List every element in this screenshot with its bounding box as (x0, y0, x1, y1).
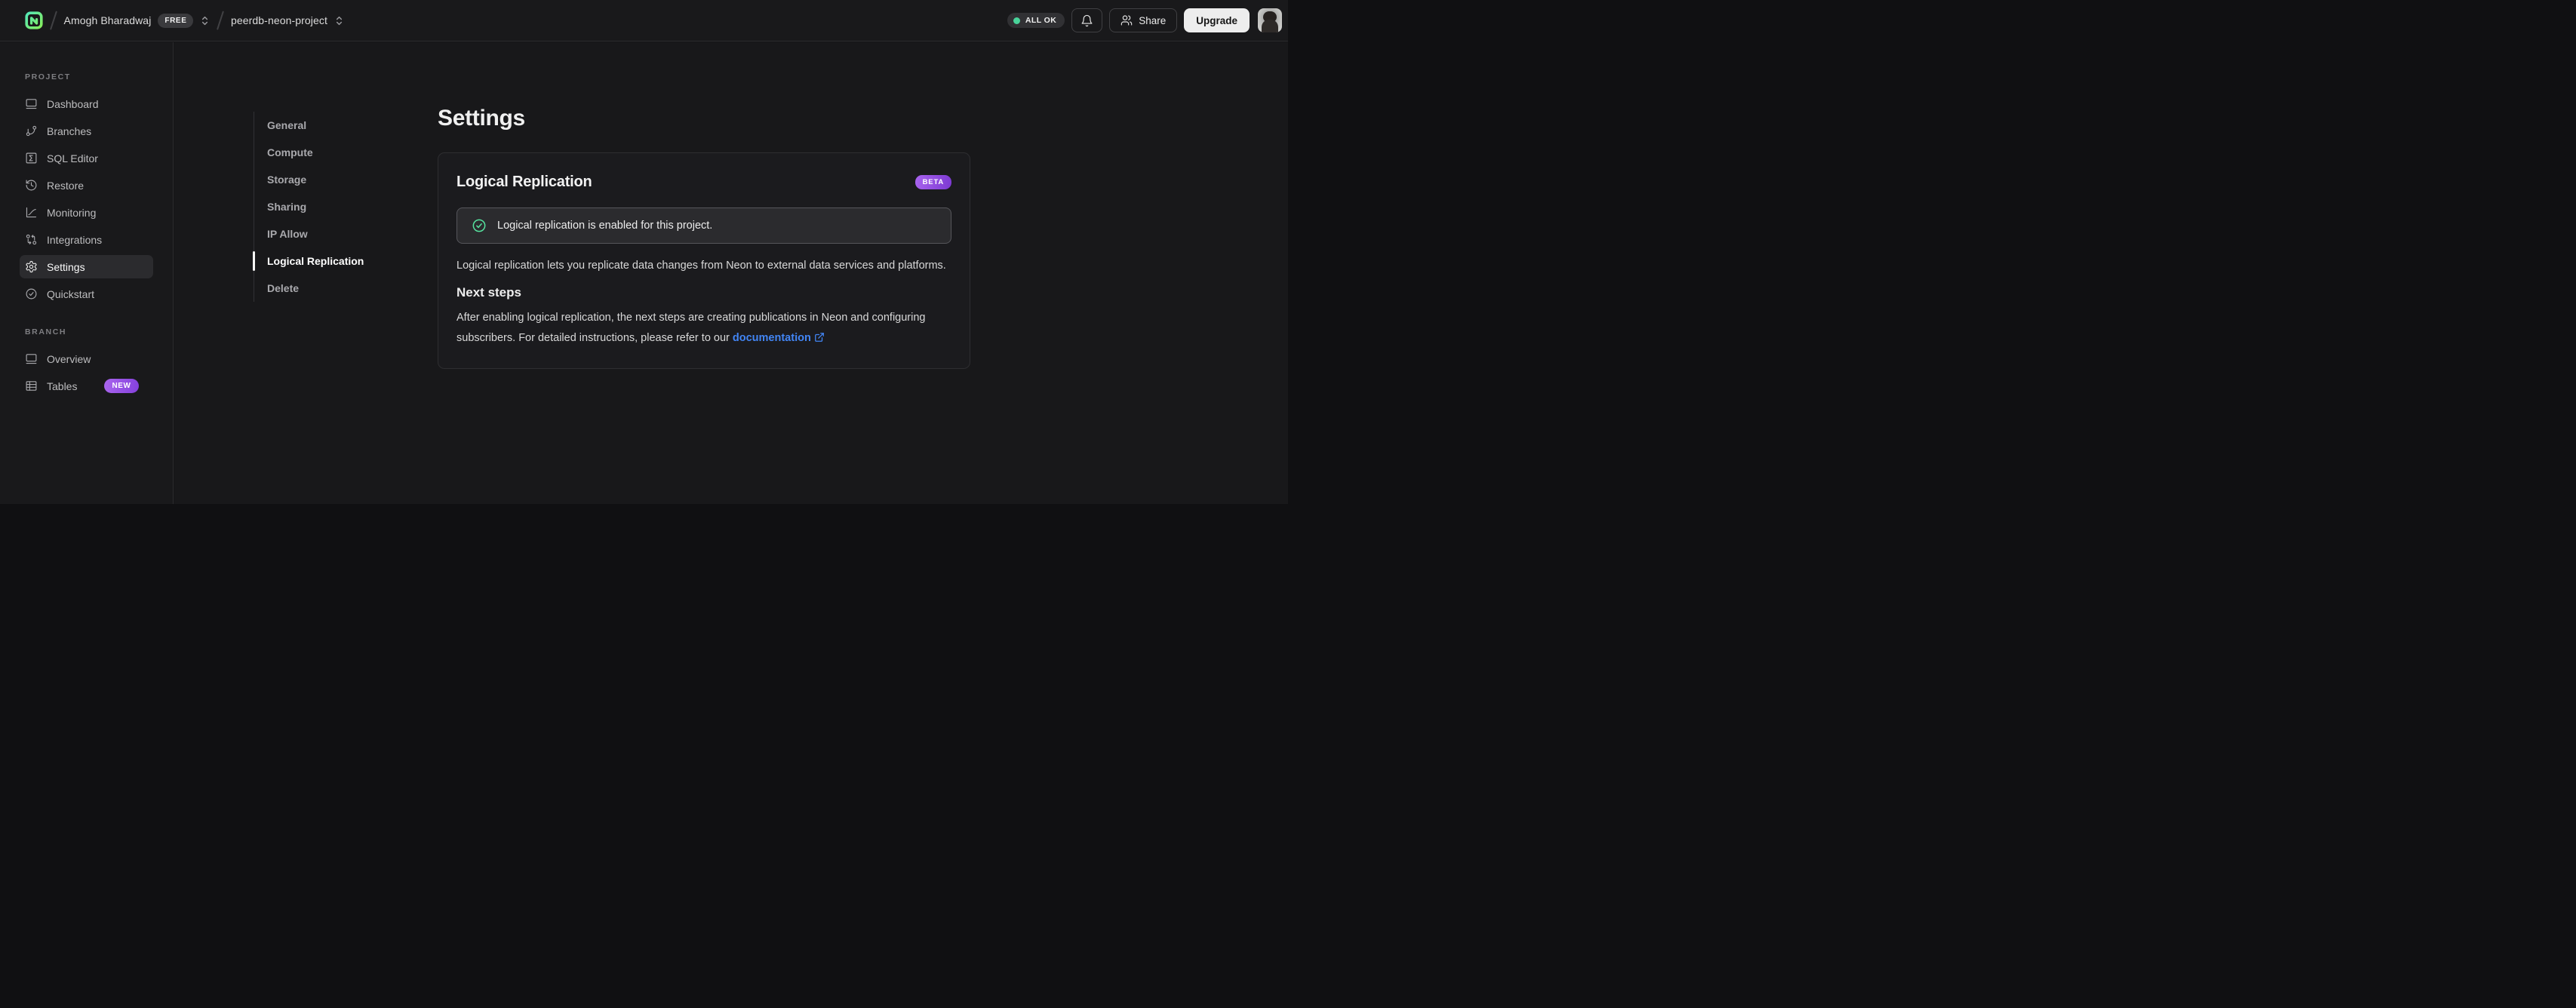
project-name: peerdb-neon-project (230, 14, 327, 26)
beta-badge: BETA (915, 174, 951, 189)
alert-message: Logical replication is enabled for this … (497, 220, 713, 232)
sidebar-item-label: Monitoring (47, 206, 97, 219)
card-title: Logical Replication (456, 173, 592, 190)
success-alert: Logical replication is enabled for this … (456, 207, 951, 244)
settings-gear-icon (26, 260, 37, 273)
settings-nav-ip-allow[interactable]: IP Allow (254, 220, 364, 247)
sidebar-item-label: Integrations (47, 233, 103, 246)
notifications-button[interactable] (1071, 8, 1103, 32)
settings-nav-compute[interactable]: Compute (254, 139, 364, 166)
share-button[interactable]: Share (1109, 8, 1178, 32)
sidebar-item-overview[interactable]: Overview (20, 347, 153, 370)
tables-icon (26, 381, 37, 391)
sidebar-item-label: Quickstart (47, 287, 95, 300)
documentation-link[interactable]: documentation (733, 332, 811, 344)
sql-editor-icon (26, 152, 37, 164)
breadcrumb-divider (50, 11, 57, 30)
sidebar-item-label: SQL Editor (47, 152, 98, 164)
breadcrumb: Amogh Bharadwaj FREE peerdb-neon-project (25, 11, 1007, 30)
settings-content: Settings Logical Replication BETA Logica… (438, 42, 970, 369)
monitoring-icon (26, 207, 37, 218)
users-icon (1120, 14, 1133, 26)
status-badge[interactable]: ALL OK (1007, 13, 1065, 28)
sidebar: PROJECT Dashboard Branches SQL Editor Re… (0, 42, 174, 504)
sidebar-item-integrations[interactable]: Integrations (20, 228, 153, 251)
integrations-icon (26, 234, 37, 245)
sidebar-item-label: Settings (47, 260, 85, 273)
status-label: ALL OK (1025, 16, 1057, 25)
sidebar-item-label: Dashboard (47, 97, 99, 110)
share-label: Share (1139, 14, 1167, 26)
sidebar-item-sql-editor[interactable]: SQL Editor (20, 146, 153, 170)
settings-nav: General Compute Storage Sharing IP Allow… (252, 112, 364, 302)
sidebar-section-branch: BRANCH (25, 327, 67, 337)
settings-nav-general[interactable]: General (254, 112, 364, 139)
dashboard-icon (26, 99, 37, 109)
check-circle-icon (472, 218, 487, 233)
card-header: Logical Replication BETA (456, 171, 951, 192)
sidebar-item-dashboard[interactable]: Dashboard (20, 92, 153, 115)
check-circle-icon (26, 288, 37, 300)
settings-nav-sharing[interactable]: Sharing (254, 193, 364, 220)
sidebar-item-label: Overview (47, 352, 91, 365)
next-steps-paragraph: After enabling logical replication, the … (456, 308, 948, 350)
main-content: General Compute Storage Sharing IP Allow… (174, 42, 1288, 504)
branches-icon (26, 125, 37, 137)
card-description: Logical replication lets you replicate d… (456, 260, 946, 272)
sidebar-section-gap (25, 309, 148, 327)
settings-nav-delete[interactable]: Delete (254, 275, 364, 302)
user-avatar[interactable] (1258, 8, 1282, 32)
topbar-actions: ALL OK Share Upgrade (1007, 8, 1282, 32)
org-selector[interactable]: Amogh Bharadwaj FREE (63, 13, 211, 28)
settings-nav-storage[interactable]: Storage (254, 166, 364, 193)
plan-badge: FREE (158, 13, 194, 28)
sidebar-item-label: Restore (47, 179, 85, 192)
new-badge: NEW (104, 379, 139, 393)
org-name: Amogh Bharadwaj (63, 14, 152, 26)
topbar: Amogh Bharadwaj FREE peerdb-neon-project (0, 0, 1288, 41)
next-steps-title: Next steps (456, 285, 521, 300)
sidebar-section-project: PROJECT (25, 72, 71, 81)
upgrade-button[interactable]: Upgrade (1184, 8, 1250, 32)
page-title: Settings (438, 106, 525, 131)
sidebar-item-label: Tables (47, 380, 78, 392)
sidebar-item-monitoring[interactable]: Monitoring (20, 201, 153, 224)
neon-console-window: Amogh Bharadwaj FREE peerdb-neon-project (0, 0, 1288, 504)
settings-nav-logical-replication[interactable]: Logical Replication (252, 247, 364, 275)
bell-icon (1081, 14, 1093, 27)
neon-logo-icon[interactable] (25, 11, 43, 29)
sidebar-item-restore[interactable]: Restore (20, 174, 153, 197)
next-steps-text: After enabling logical replication, the … (456, 312, 926, 344)
sidebar-item-quickstart[interactable]: Quickstart (20, 282, 153, 306)
logical-replication-card: Logical Replication BETA Logical replica… (438, 152, 970, 369)
restore-icon (26, 180, 37, 191)
sidebar-item-settings[interactable]: Settings (20, 255, 153, 278)
external-link-icon[interactable] (814, 330, 825, 350)
sidebar-item-branches[interactable]: Branches (20, 119, 153, 143)
status-ok-dot (1013, 17, 1020, 24)
project-selector[interactable]: peerdb-neon-project (231, 14, 344, 26)
chevron-up-down-icon[interactable] (334, 15, 344, 26)
overview-icon (26, 354, 37, 364)
chevron-up-down-icon[interactable] (200, 15, 210, 26)
sidebar-item-tables[interactable]: Tables NEW (20, 374, 153, 398)
breadcrumb-divider (217, 11, 224, 30)
sidebar-item-label: Branches (47, 124, 92, 137)
